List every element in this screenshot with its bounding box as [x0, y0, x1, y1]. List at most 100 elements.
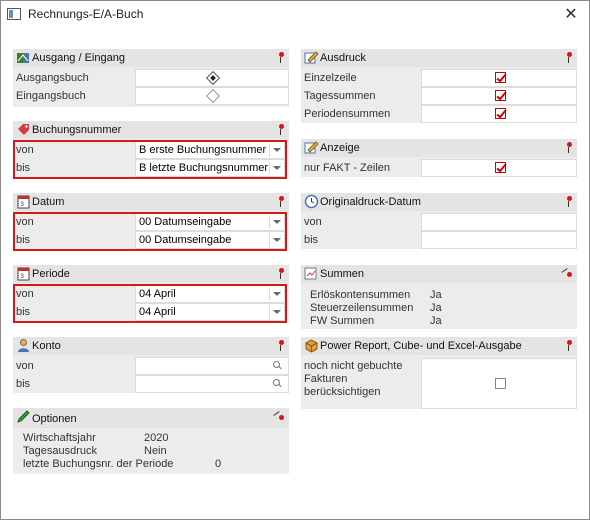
group-header: 3 Periode	[13, 265, 289, 283]
pin-icon[interactable]	[275, 268, 285, 280]
calendar-icon: 3	[17, 195, 30, 209]
group-title: Konto	[32, 340, 61, 352]
pin-icon[interactable]	[563, 52, 573, 64]
einzelzeile-checkbox-field[interactable]	[421, 69, 577, 87]
group-datum: 3 Datum von 00 Datumseingabe bis 00 Datu…	[13, 193, 289, 251]
powerreport-label-line: Fakturen	[304, 373, 348, 385]
checkbox-checked[interactable]	[495, 72, 506, 83]
clock-icon	[304, 194, 319, 209]
ausgangsbuch-radio-field[interactable]	[135, 69, 289, 87]
group-header: Originaldruck-Datum	[301, 193, 577, 211]
periodensummen-checkbox-field[interactable]	[421, 105, 577, 123]
pin-icon[interactable]	[561, 268, 573, 280]
pin-icon[interactable]	[275, 52, 285, 64]
group-periode: 3 Periode von 04 April bis 04 April	[13, 265, 289, 323]
group-header: Buchungsnummer	[13, 121, 289, 139]
group-title: Originaldruck-Datum	[320, 196, 421, 208]
row-label: nur FAKT - Zeilen	[304, 162, 390, 174]
row-tagessummen[interactable]: Tagessummen	[301, 87, 577, 105]
tagessummen-checkbox-field[interactable]	[421, 87, 577, 105]
print-edit-icon	[304, 51, 319, 64]
group-header: Optionen	[13, 408, 289, 428]
checkbox-checked[interactable]	[495, 162, 506, 173]
highlight-frame	[13, 284, 287, 323]
option-value: 2020	[144, 432, 169, 444]
summen-value: Ja	[430, 289, 442, 301]
highlight-frame	[13, 212, 287, 251]
dialog-window: Rechnungs-E/A-Buch ✕ Ausgang / Eingang A…	[0, 0, 590, 520]
option-label: Wirtschaftsjahr	[23, 432, 96, 444]
pin-icon[interactable]	[563, 196, 573, 208]
row-ausgangsbuch[interactable]: Ausgangsbuch	[13, 69, 289, 87]
row-von: von	[301, 213, 577, 231]
originaldruck-von-input[interactable]	[421, 213, 577, 231]
radio-unselected-icon[interactable]	[205, 88, 221, 104]
row-bis: bis	[301, 231, 577, 249]
group-title: Datum	[32, 196, 65, 208]
group-title: Buchungsnummer	[32, 124, 122, 136]
group-header: Power Report, Cube- und Excel-Ausgabe	[301, 337, 577, 355]
pin-icon[interactable]	[563, 340, 573, 352]
eingangsbuch-radio-field[interactable]	[135, 87, 289, 105]
radio-selected-icon[interactable]	[205, 70, 221, 86]
summen-label: FW Summen	[310, 315, 375, 327]
summen-value: Ja	[430, 302, 442, 314]
powerreport-label-line: noch nicht gebuchte	[304, 360, 403, 372]
row-label: Ausgangsbuch	[16, 72, 89, 84]
konto-von-input[interactable]	[135, 357, 289, 375]
pin-icon[interactable]	[275, 196, 285, 208]
powerreport-label-line: berücksichtigen	[304, 386, 381, 398]
group-title: Power Report, Cube- und Excel-Ausgabe	[320, 340, 522, 352]
summen-label: Steuerzeilensummen	[310, 302, 414, 314]
row-bis: bis	[13, 375, 289, 393]
row-einzelzeile[interactable]: Einzelzeile	[301, 69, 577, 87]
checkbox-unchecked[interactable]	[495, 378, 506, 389]
row-label: Periodensummen	[304, 108, 391, 120]
group-header: Anzeige	[301, 139, 577, 157]
originaldruck-bis-input[interactable]	[421, 231, 577, 249]
search-icon[interactable]	[273, 379, 282, 388]
konto-bis-input[interactable]	[135, 375, 289, 393]
group-title: Periode	[32, 268, 70, 280]
row-label: Tagessummen	[304, 90, 376, 102]
close-button[interactable]: ✕	[563, 4, 579, 24]
pin-icon[interactable]	[273, 411, 285, 423]
group-title: Optionen	[32, 413, 77, 425]
row-nur-fakt[interactable]: nur FAKT - Zeilen	[301, 159, 577, 177]
chart-edit-icon	[304, 267, 317, 280]
row-label: von	[16, 360, 34, 372]
row-label: bis	[304, 234, 319, 246]
group-ausdruck: Ausdruck Einzelzeile Tagessummen Periode…	[301, 49, 577, 123]
checkbox-checked[interactable]	[495, 108, 506, 119]
group-header: Ausgang / Eingang	[13, 49, 289, 67]
summen-value: Ja	[430, 315, 442, 327]
row-eingangsbuch[interactable]: Eingangsbuch	[13, 87, 289, 105]
group-optionen: Optionen Wirtschaftsjahr 2020 Tagesausdr…	[13, 408, 289, 474]
row-label: von	[304, 216, 322, 228]
group-title: Summen	[320, 268, 365, 280]
group-summen: Summen Erlöskontensummen Ja Steuerzeilen…	[301, 265, 577, 329]
group-title: Ausgang / Eingang	[32, 52, 125, 64]
pin-icon[interactable]	[275, 340, 285, 352]
window-icon	[7, 8, 21, 20]
nur-fakt-checkbox-field[interactable]	[421, 159, 577, 177]
search-icon[interactable]	[273, 361, 282, 370]
row-label: Eingangsbuch	[16, 90, 86, 102]
checkbox-checked[interactable]	[495, 90, 506, 101]
pin-icon[interactable]	[275, 124, 285, 136]
pin-icon[interactable]	[563, 142, 573, 154]
row-label: Einzelzeile	[304, 72, 357, 84]
tag-number-icon	[18, 124, 29, 135]
pencil-icon	[17, 410, 30, 423]
option-value: 0	[215, 458, 222, 470]
row-periodensummen[interactable]: Periodensummen	[301, 105, 577, 123]
group-buchungsnummer: Buchungsnummer von B erste Buchungsnumme…	[13, 121, 289, 179]
row-von: von	[13, 357, 289, 375]
group-header: Summen	[301, 265, 577, 283]
window-title: Rechnungs-E/A-Buch	[28, 7, 144, 21]
powerreport-checkbox-field[interactable]	[421, 358, 577, 409]
book-io-icon	[17, 53, 29, 63]
group-header: Ausdruck	[301, 49, 577, 67]
calendar-icon: 3	[17, 267, 30, 281]
highlight-frame	[13, 140, 287, 179]
